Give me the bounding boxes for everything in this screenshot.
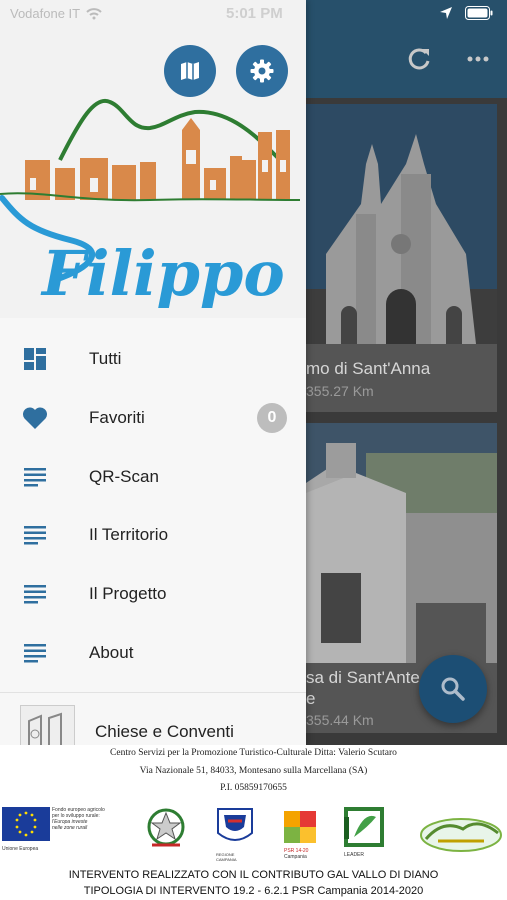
category-title: Chiese e Conventi: [95, 722, 234, 741]
eu-label: Unione Europea: [2, 846, 39, 852]
funding-footer: Centro Servizi per la Promozione Turisti…: [0, 745, 507, 900]
eu-fund-line: nelle zone rurali: [52, 825, 88, 831]
footer-company: Centro Servizi per la Promozione Turisti…: [110, 748, 397, 758]
status-time: 5:01 PM: [226, 5, 283, 22]
battery-icon: [465, 6, 493, 20]
menu-item-qr-scan[interactable]: QR-Scan: [0, 447, 306, 506]
psr-sub: Campania: [284, 854, 307, 860]
status-bar-right: [439, 6, 493, 20]
menu-label: QR-Scan: [89, 466, 159, 486]
filippo-logo: Filippo: [0, 98, 301, 310]
gal-vallo-di-diano-logo: [418, 811, 504, 858]
drawer-menu: Tutti Favoriti 0 QR-Scan Il Territorio I…: [0, 330, 306, 682]
italian-republic-emblem: [146, 807, 186, 851]
list-icon: [22, 640, 48, 666]
footer-funding-statement: INTERVENTO REALIZZATO CON IL CONTRIBUTO …: [68, 869, 439, 881]
category-thumbnail: [20, 705, 75, 745]
menu-label: Il Progetto: [89, 584, 167, 604]
leader-logo: LEADER: [344, 807, 384, 858]
campania-label: REGIONE CAMPANIA: [216, 852, 237, 862]
gear-icon: [250, 59, 274, 83]
regione-campania-logo: REGIONE CAMPANIA: [216, 807, 256, 862]
drawer-header: Vodafone IT 5:01 PM Filippo: [0, 0, 306, 318]
search-icon: [441, 677, 465, 701]
menu-item-il-territorio[interactable]: Il Territorio: [0, 506, 306, 565]
favorites-count-badge: 0: [257, 403, 287, 434]
location-arrow-icon: [440, 7, 452, 19]
carrier-name: Vodafone IT: [10, 6, 81, 21]
card-title: mo di Sant'Anna: [306, 359, 431, 378]
menu-item-favoriti[interactable]: Favoriti 0: [0, 389, 306, 448]
drawer-category-item[interactable]: Chiese e Conventi: [0, 700, 306, 745]
place-card[interactable]: mo di Sant'Anna 355.27 Km: [306, 104, 497, 412]
map-icon: [181, 62, 199, 80]
card-title-line2: e: [306, 689, 316, 708]
menu-label: Tutti: [89, 349, 122, 369]
menu-label: Il Territorio: [89, 525, 169, 545]
logo-text: Filippo: [40, 237, 285, 310]
eu-fund-text: Fondo europeo agricolo per lo sviluppo r…: [52, 807, 122, 831]
status-bar-left: Vodafone IT: [10, 6, 102, 21]
list-icon: [22, 464, 48, 490]
menu-item-il-progetto[interactable]: Il Progetto: [0, 565, 306, 624]
search-button[interactable]: [419, 655, 487, 723]
heart-icon: [22, 405, 48, 431]
list-icon: [22, 522, 48, 548]
card-title: sa di Sant'Ante: [306, 668, 420, 687]
psr-logo: PSR 14-20 Campania: [284, 811, 318, 860]
divider: [0, 692, 306, 693]
leader-label: LEADER: [344, 852, 365, 858]
menu-item-about[interactable]: About: [0, 623, 306, 682]
navigation-drawer: Vodafone IT 5:01 PM Filippo Tutti Favori…: [0, 0, 306, 745]
more-options-icon[interactable]: [463, 44, 493, 74]
menu-label: About: [89, 642, 134, 662]
church-photo: [306, 104, 497, 344]
app-screen: mo di Sant'Anna 355.27 Km sa di Sant'Ant…: [0, 0, 507, 900]
dashboard-icon: [22, 346, 48, 372]
menu-label: Favoriti: [89, 408, 145, 428]
card-distance: 355.27 Km: [306, 383, 374, 399]
refresh-icon[interactable]: [404, 44, 434, 74]
list-icon: [22, 581, 48, 607]
wifi-icon: [86, 7, 102, 19]
footer-vat: P.I. 05859170655: [220, 783, 287, 793]
card-distance: 355.44 Km: [306, 712, 374, 728]
eu-flag-logo: Unione Europea: [2, 807, 50, 855]
church-photo: [306, 423, 497, 663]
footer-address: Via Nazionale 51, 84033, Montesano sulla…: [139, 766, 368, 776]
menu-item-tutti[interactable]: Tutti: [0, 330, 306, 389]
footer-intervention-type: TIPOLOGIA DI INTERVENTO 19.2 - 6.2.1 PSR…: [83, 885, 424, 897]
